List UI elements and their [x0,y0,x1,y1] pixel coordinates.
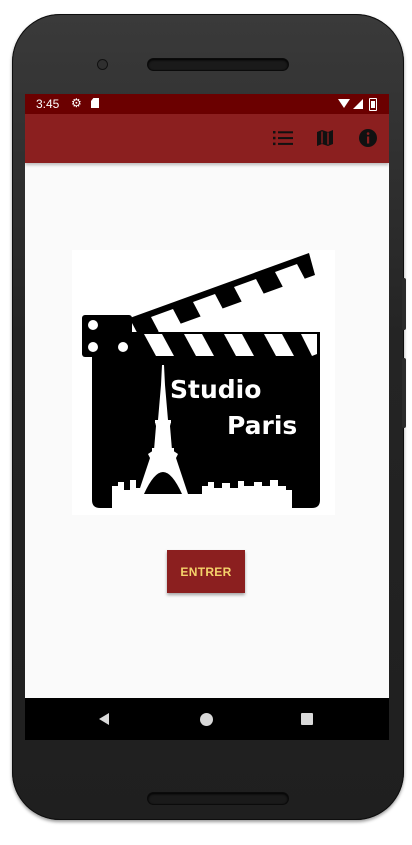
studio-paris-logo: Studio Paris [72,250,335,515]
list-icon[interactable] [271,126,295,150]
screen: 3:45 ⚙ Studio Paris ENTRER [25,94,389,740]
nav-bar [25,698,389,740]
volume-button [402,358,406,428]
info-icon[interactable] [356,126,380,150]
front-camera-icon [98,60,107,69]
logo-studio-text: Studio [170,375,261,404]
top-speaker [148,59,288,70]
recents-icon[interactable] [301,713,313,725]
status-time: 3:45 [36,97,60,111]
map-icon[interactable] [313,126,337,150]
app-bar [25,114,389,163]
enter-button[interactable]: ENTRER [167,550,245,593]
sd-card-icon [91,98,99,108]
clapper-stripe-bar [130,332,320,358]
power-button [402,278,406,330]
battery-icon [369,98,377,111]
signal-icon [353,99,363,109]
status-bar: 3:45 ⚙ [25,94,389,114]
back-icon[interactable] [99,713,109,725]
logo-paris-text: Paris [227,411,297,440]
bottom-speaker [148,793,288,804]
wifi-icon [338,99,350,108]
home-icon[interactable] [200,713,213,726]
gear-icon: ⚙ [71,96,82,110]
